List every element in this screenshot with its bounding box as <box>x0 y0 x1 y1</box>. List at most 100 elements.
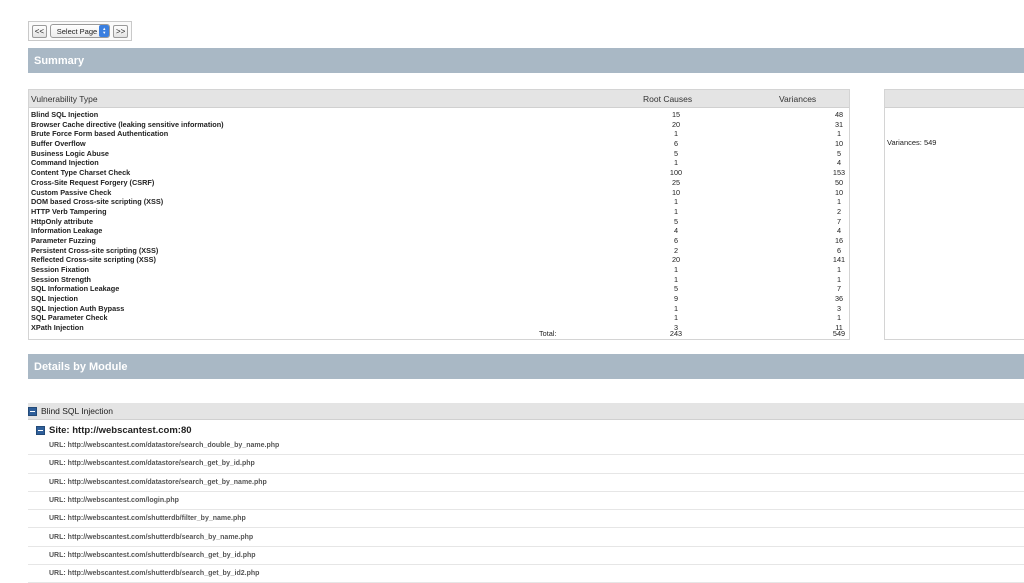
variances-value: 7 <box>836 216 842 226</box>
variances-value: 48 <box>834 110 844 119</box>
side-variances-label: Variances: 549 <box>887 138 937 147</box>
root-causes-value: 6 <box>673 139 679 149</box>
root-causes-value: 1 <box>673 313 679 323</box>
root-causes-value: 15 <box>671 110 681 119</box>
root-causes-value: 10 <box>671 187 681 197</box>
url-row[interactable]: URL: http://webscantest.com/shutterdb/fi… <box>28 510 1024 529</box>
vulnerability-name: HTTP Verb Tampering <box>31 206 107 216</box>
vulnerability-name: SQL Injection Auth Bypass <box>31 303 125 313</box>
variances-value: 10 <box>834 187 844 197</box>
prev-page-button[interactable]: << <box>32 24 47 38</box>
root-causes-value: 1 <box>673 158 679 168</box>
vulnerability-name: Buffer Overflow <box>31 139 86 149</box>
vulnerability-name: Brute Force Form based Authentication <box>31 129 169 139</box>
vulnerability-name: SQL Information Leakage <box>31 284 120 294</box>
table-row: SQL Injection Auth Bypass 1 3 <box>29 304 849 314</box>
table-row: Brute Force Form based Authentication 1 1 <box>29 129 849 139</box>
variances-value: 31 <box>834 119 844 129</box>
url-row[interactable]: URL: http://webscantest.com/shutterdb/se… <box>28 528 1024 547</box>
variances-value: 50 <box>834 177 844 187</box>
collapse-icon[interactable] <box>36 425 45 435</box>
variances-value: 1 <box>836 313 842 323</box>
root-causes-value: 1 <box>673 303 679 313</box>
variances-value: 16 <box>834 235 844 245</box>
table-row: SQL Parameter Check 1 1 <box>29 313 849 323</box>
table-row: Browser Cache directive (leaking sensiti… <box>29 120 849 130</box>
site-header[interactable]: Site: http://webscantest.com:80 <box>36 423 192 437</box>
variances-value: 4 <box>836 226 842 236</box>
summary-total-row: Total: 243 549 <box>29 329 849 339</box>
root-causes-value: 4 <box>673 226 679 236</box>
variances-value: 1 <box>836 274 842 284</box>
vulnerability-name: Business Logic Abuse <box>31 148 109 158</box>
details-section-header: Details by Module <box>28 354 1024 379</box>
url-row[interactable]: URL: http://webscantest.com/datastore/se… <box>28 474 1024 492</box>
url-row[interactable]: URL: http://webscantest.com/shutterdb/se… <box>28 565 1024 583</box>
vulnerability-name: Custom Passive Check <box>31 187 112 197</box>
root-causes-value: 9 <box>673 294 679 304</box>
vulnerability-name: SQL Injection <box>31 294 78 304</box>
root-causes-value: 25 <box>671 177 681 187</box>
vulnerability-name: Parameter Fuzzing <box>31 235 96 245</box>
header-vulnerability-type: Vulnerability Type <box>31 94 98 104</box>
root-causes-value: 20 <box>671 255 681 265</box>
root-causes-value: 2 <box>673 245 679 255</box>
table-row: Persistent Cross-site scripting (XSS) 2 6 <box>29 246 849 256</box>
url-list: URL: http://webscantest.com/datastore/se… <box>28 437 1024 583</box>
url-row[interactable]: URL: http://webscantest.com/login.php <box>28 492 1024 511</box>
module-name: Blind SQL Injection <box>41 406 113 416</box>
vulnerability-name: Information Leakage <box>31 226 103 236</box>
variances-value: 6 <box>836 245 842 255</box>
select-page-value: Select Page <box>56 26 98 36</box>
variances-value: 1 <box>836 265 842 274</box>
variances-value: 153 <box>832 168 846 178</box>
vulnerability-name: Reflected Cross-site scripting (XSS) <box>31 255 156 265</box>
url-row[interactable]: URL: http://webscantest.com/datastore/se… <box>28 455 1024 474</box>
vulnerability-name: Command Injection <box>31 158 99 168</box>
table-row: Reflected Cross-site scripting (XSS) 20 14… <box>29 255 849 265</box>
total-variances: 549 <box>832 329 846 338</box>
table-row: Custom Passive Check 10 10 <box>29 188 849 198</box>
vulnerability-name: Cross-Site Request Forgery (CSRF) <box>31 177 155 187</box>
variances-value: 3 <box>836 303 842 313</box>
total-root-causes: 243 <box>669 329 683 338</box>
summary-side-panel: Variances: 549 <box>884 89 1024 340</box>
url-row[interactable]: URL: http://webscantest.com/datastore/se… <box>28 437 1024 456</box>
next-page-button[interactable]: >> <box>113 24 128 38</box>
vulnerability-name: Blind SQL Injection <box>31 110 99 119</box>
root-causes-value: 1 <box>673 265 679 274</box>
header-root-causes: Root Causes <box>643 94 693 104</box>
variances-value: 36 <box>834 294 844 304</box>
variances-value: 1 <box>836 197 842 207</box>
table-row: Cross-Site Request Forgery (CSRF) 25 50 <box>29 178 849 188</box>
select-page-dropdown[interactable]: Select Page ▲ ▼ <box>49 24 111 38</box>
summary-table: Vulnerability Type Root Causes Variances… <box>28 89 850 340</box>
side-panel-header <box>885 90 1024 108</box>
summary-rows: Blind SQL Injection 15 48 Browser Cache dir… <box>29 110 849 333</box>
table-row: Business Logic Abuse 5 5 <box>29 149 849 159</box>
vulnerability-name: DOM based Cross-site scripting (XSS) <box>31 197 164 207</box>
table-row: DOM based Cross-site scripting (XSS) 1 1 <box>29 197 849 207</box>
dropdown-arrows-icon: ▲ ▼ <box>99 25 110 37</box>
root-causes-value: 1 <box>673 206 679 216</box>
vulnerability-name: Session Strength <box>31 274 92 284</box>
variances-value: 2 <box>836 206 842 216</box>
total-label: Total: <box>539 329 557 338</box>
table-row: Content Type Charset Check 100 153 <box>29 168 849 178</box>
table-row: Session Strength 1 1 <box>29 275 849 285</box>
table-row: Blind SQL Injection 15 48 <box>29 110 849 120</box>
vulnerability-name: Session Fixation <box>31 265 89 274</box>
module-header[interactable]: Blind SQL Injection <box>28 403 1024 420</box>
root-causes-value: 5 <box>673 284 679 294</box>
summary-section-header: Summary <box>28 48 1024 73</box>
table-row: SQL Information Leakage 5 7 <box>29 284 849 294</box>
table-row: Parameter Fuzzing 6 16 <box>29 236 849 246</box>
vulnerability-name: Browser Cache directive (leaking sensiti… <box>31 119 224 129</box>
collapse-icon[interactable] <box>28 406 37 416</box>
root-causes-value: 5 <box>673 148 679 158</box>
root-causes-value: 100 <box>669 168 683 178</box>
url-row[interactable]: URL: http://webscantest.com/shutterdb/se… <box>28 547 1024 566</box>
vulnerability-name: SQL Parameter Check <box>31 313 108 323</box>
summary-table-header: Vulnerability Type Root Causes Variances <box>29 90 849 108</box>
header-variances: Variances <box>779 94 817 104</box>
